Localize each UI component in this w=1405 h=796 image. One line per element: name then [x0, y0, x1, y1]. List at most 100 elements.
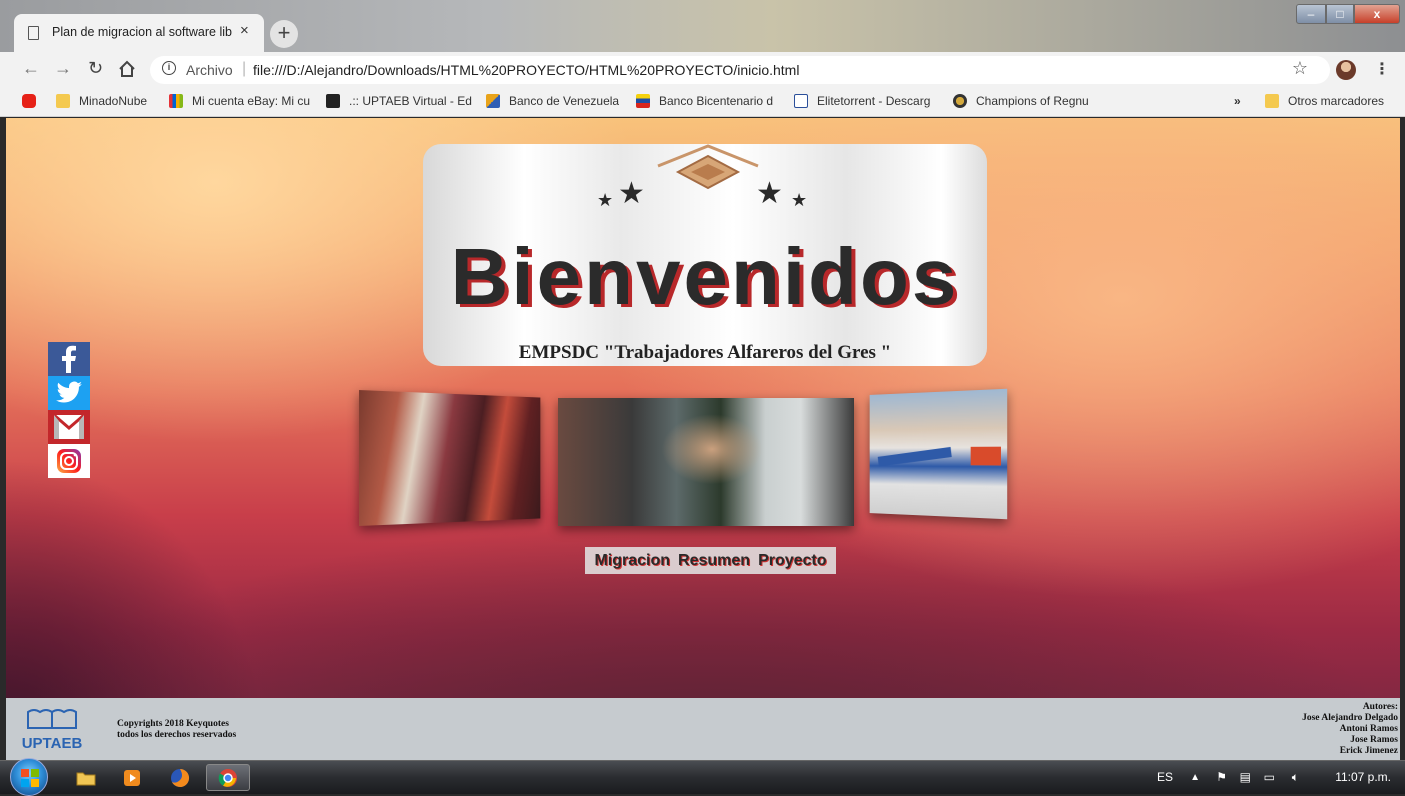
- author-name: Jose Alejandro Delgado: [1302, 713, 1398, 723]
- bookmark-label: Otros marcadores: [1288, 94, 1385, 108]
- folder-icon: [1265, 94, 1279, 108]
- author-name: Erick Jimenez: [1339, 746, 1398, 756]
- game-icon: [953, 94, 967, 108]
- alfareros-building-photo[interactable]: [869, 388, 1008, 520]
- browser-tab[interactable]: Plan de migracion al software libr ×: [14, 14, 264, 52]
- photo-gallery: [359, 386, 1010, 528]
- power-icon[interactable]: ▤: [1240, 770, 1251, 784]
- nav-link-migracion[interactable]: Migracion: [594, 552, 670, 570]
- bank-icon: [486, 94, 500, 108]
- network-icon[interactable]: ▭: [1264, 770, 1275, 784]
- bookmark-elitetorrent[interactable]: Elitetorrent - Descarg: [794, 94, 930, 108]
- copyright: Copyrights 2018 Keyquotes todos los dere…: [117, 719, 236, 741]
- start-button[interactable]: [10, 758, 48, 796]
- star-icon: ★: [597, 190, 614, 210]
- authors-list: Autores: Jose Alejandro Delgado Antoni R…: [1302, 702, 1398, 757]
- close-window-button[interactable]: x: [1354, 4, 1400, 24]
- menu-kebab-icon[interactable]: ⋮: [1374, 59, 1390, 79]
- back-icon[interactable]: ←: [22, 58, 40, 79]
- uptaeb-logo-text: UPTAEB: [22, 735, 83, 752]
- browser-tab-strip: Plan de migracion al software libr × + –…: [0, 0, 1405, 52]
- uptaeb-logo: UPTAEB: [22, 709, 83, 752]
- page-footer: UPTAEB Copyrights 2018 Keyquotes todos l…: [6, 698, 1400, 760]
- organization-name: EMPSDC "Trabajadores Alfareros del Gres …: [518, 342, 892, 363]
- star-icon: ★: [618, 177, 645, 210]
- bookmark-label: .:: UPTAEB Virtual - Ed: [349, 94, 472, 108]
- browser-toolbar: ← → ↻ i Archivo | file:///D:/Alejandro/D…: [0, 52, 1405, 88]
- star-icon: ★: [756, 177, 783, 210]
- maximize-button[interactable]: □: [1326, 4, 1354, 24]
- address-scheme-label: Archivo: [186, 62, 233, 78]
- torrent-icon: [794, 94, 808, 108]
- windows-taskbar: ES ▲ ⚑ ▤ ▭ 🔈︎ 11:07 p.m.: [0, 758, 1405, 796]
- bookmark-banco-bicentenario[interactable]: Banco Bicentenario d: [636, 94, 773, 108]
- copyright-line: todos los derechos reservados: [117, 730, 237, 740]
- bookmark-banco-venezuela[interactable]: Banco de Venezuela: [486, 94, 619, 108]
- flag-icon: [636, 94, 650, 108]
- bookmark-ebay[interactable]: Mi cuenta eBay: Mi cu: [169, 94, 310, 108]
- bookmark-label: Champions of Regnu: [976, 94, 1089, 108]
- tab-title: Plan de migracion al software libr: [52, 25, 232, 39]
- volume-icon[interactable]: 🔈︎: [1292, 770, 1299, 785]
- home-icon[interactable]: [118, 60, 136, 83]
- bookmark-label: Banco Bicentenario d: [659, 94, 774, 108]
- twitter-icon[interactable]: [48, 376, 90, 410]
- youtube-icon: [22, 94, 36, 108]
- bookmark-minadonube[interactable]: MinadoNube: [56, 94, 147, 108]
- bookmark-youtube[interactable]: [22, 94, 45, 108]
- windows-logo-icon: [21, 769, 39, 787]
- facebook-icon[interactable]: [48, 342, 90, 376]
- reload-icon[interactable]: ↻: [88, 58, 103, 79]
- roof-logo-icon: [657, 144, 759, 190]
- authors-title: Autores:: [1362, 702, 1398, 712]
- copyright-line: Copyrights 2018 Keyquotes: [117, 719, 229, 729]
- media-player-icon[interactable]: [110, 764, 154, 791]
- welcome-banner: ★ ★ ★ ★ Bienvenidos EMPSDC "Trabajadores…: [423, 144, 987, 366]
- bookmarks-bar: MinadoNube Mi cuenta eBay: Mi cu .:: UPT…: [0, 88, 1405, 117]
- bookmark-champions-regnum[interactable]: Champions of Regnu: [953, 94, 1089, 108]
- bookmark-label: MinadoNube: [79, 94, 148, 108]
- action-center-icon[interactable]: ⚑: [1216, 770, 1227, 784]
- language-indicator[interactable]: ES: [1157, 770, 1173, 784]
- clock[interactable]: 11:07 p.m.: [1335, 770, 1391, 784]
- address-separator: |: [242, 60, 247, 77]
- nav-link-proyecto[interactable]: Proyecto: [758, 552, 826, 570]
- moodle-icon: [326, 94, 340, 108]
- bookmark-label: Mi cuenta eBay: Mi cu: [192, 94, 310, 108]
- address-url[interactable]: file:///D:/Alejandro/Downloads/HTML%20PR…: [253, 62, 799, 78]
- page-viewport: ★ ★ ★ ★ Bienvenidos EMPSDC "Trabajadores…: [6, 118, 1400, 760]
- nav-link-resumen[interactable]: Resumen: [678, 552, 750, 570]
- author-name: Jose Ramos: [1350, 735, 1398, 745]
- ebay-icon: [169, 94, 183, 108]
- bookmark-label: Elitetorrent - Descarg: [817, 94, 931, 108]
- forward-icon[interactable]: →: [54, 58, 72, 79]
- folder-icon: [56, 94, 70, 108]
- star-icon: ★: [791, 190, 808, 210]
- minimize-button[interactable]: –: [1296, 4, 1326, 24]
- tab-close-button[interactable]: ×: [240, 22, 249, 39]
- explorer-icon[interactable]: [64, 764, 108, 791]
- new-tab-button[interactable]: +: [270, 20, 298, 48]
- gmail-icon[interactable]: [48, 410, 90, 444]
- alfareros-sign-graphic: [870, 389, 1001, 520]
- instagram-icon[interactable]: [48, 444, 90, 478]
- bookmark-uptaeb-virtual[interactable]: .:: UPTAEB Virtual - Ed: [326, 94, 472, 108]
- main-nav: Migracion Resumen Proyecto: [585, 547, 836, 574]
- info-icon[interactable]: i: [162, 61, 176, 75]
- tray-expand-icon[interactable]: ▲: [1190, 772, 1200, 783]
- social-links: [48, 342, 90, 478]
- bookmark-star-icon[interactable]: ☆: [1292, 58, 1308, 79]
- window-controls: – □ x: [1296, 4, 1400, 24]
- chrome-icon[interactable]: [206, 764, 250, 791]
- bookmark-other[interactable]: Otros marcadores: [1265, 94, 1384, 108]
- computer-repair-photo[interactable]: [558, 398, 854, 526]
- bookmarks-overflow-button[interactable]: »: [1234, 94, 1241, 108]
- address-bar[interactable]: i Archivo | file:///D:/Alejandro/Downloa…: [150, 56, 1330, 84]
- firefox-icon[interactable]: [158, 764, 202, 791]
- bookmark-label: Banco de Venezuela: [509, 94, 620, 108]
- page-icon: [28, 26, 39, 40]
- students-working-photo[interactable]: [359, 390, 541, 526]
- author-name: Antoni Ramos: [1339, 724, 1398, 734]
- profile-avatar[interactable]: [1336, 60, 1356, 80]
- welcome-title: Bienvenidos: [450, 232, 960, 321]
